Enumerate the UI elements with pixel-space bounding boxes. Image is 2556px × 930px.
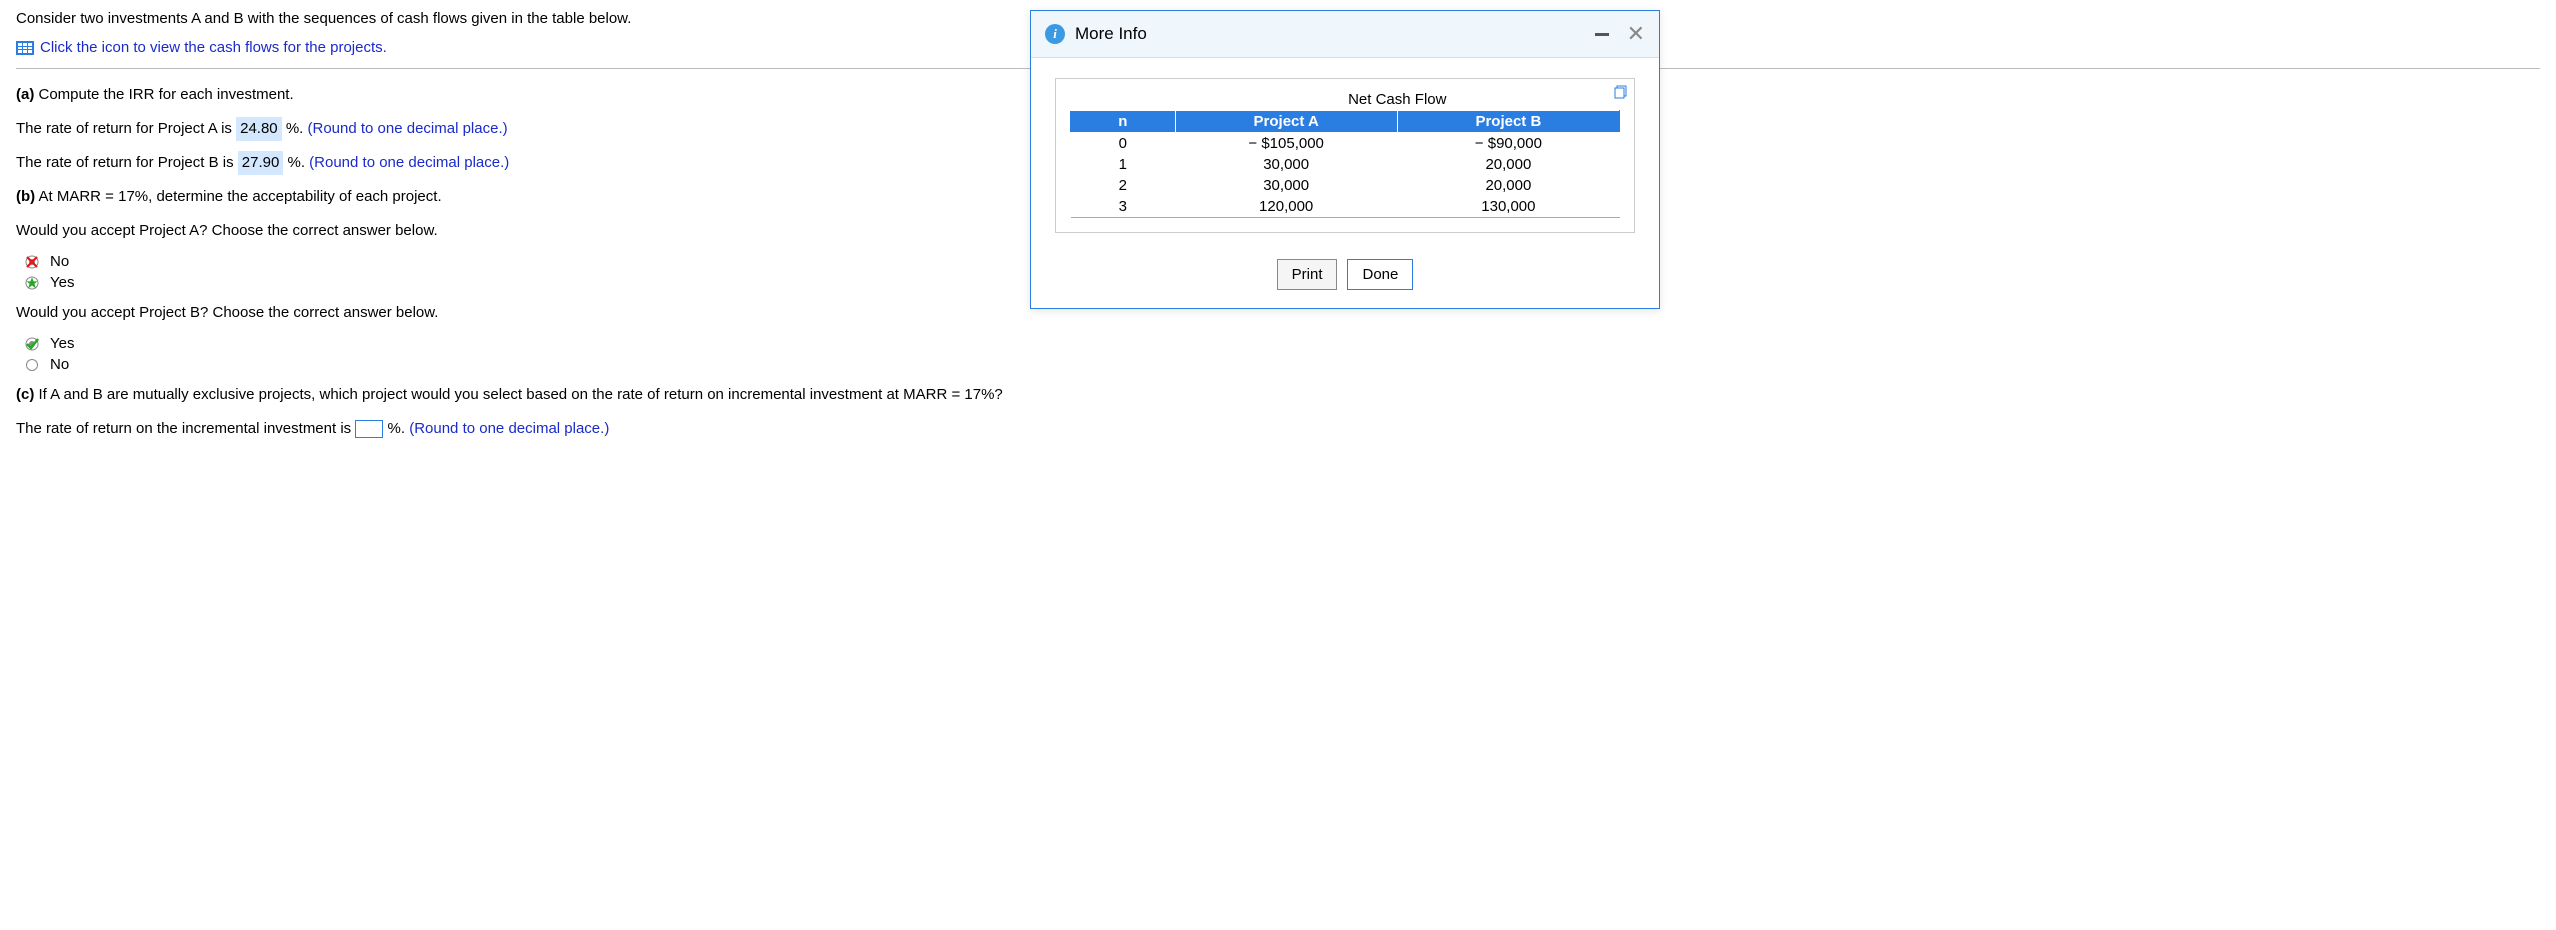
- table-icon: [16, 41, 34, 55]
- incremental-input[interactable]: [355, 420, 383, 438]
- proj-b-answer[interactable]: 27.90: [238, 151, 284, 175]
- proj-a-answer[interactable]: 24.80: [236, 117, 282, 141]
- more-info-modal: i More Info ✕ Net Cash Flow n Project A …: [1030, 10, 1660, 309]
- col-header-a: Project A: [1175, 111, 1397, 133]
- table-row: 230,00020,000: [1071, 175, 1620, 196]
- close-icon[interactable]: ✕: [1627, 23, 1645, 45]
- modal-footer: Print Done: [1031, 245, 1659, 308]
- accept-b-yes[interactable]: Yes: [16, 335, 2540, 352]
- table-row: 0− $105,000− $90,000: [1071, 133, 1620, 155]
- cashflow-card: Net Cash Flow n Project A Project B 0− $…: [1055, 78, 1635, 233]
- cashflow-table: Net Cash Flow n Project A Project B 0− $…: [1070, 89, 1620, 218]
- correct-indicator-icon: [24, 275, 40, 291]
- print-button[interactable]: Print: [1277, 259, 1338, 290]
- info-icon: i: [1045, 24, 1065, 44]
- col-header-n: n: [1071, 111, 1176, 133]
- part-c-prompt: (c) If A and B are mutually exclusive pr…: [16, 383, 2540, 407]
- radio-empty-icon: [24, 357, 40, 373]
- table-row: 130,00020,000: [1071, 154, 1620, 175]
- table-row: 3120,000130,000: [1071, 196, 1620, 218]
- wrong-selected-icon: [24, 254, 40, 270]
- link-text: Click the icon to view the cash flows fo…: [40, 39, 387, 56]
- correct-selected-icon: [24, 336, 40, 352]
- col-header-b: Project B: [1397, 111, 1619, 133]
- copy-icon[interactable]: [1614, 85, 1628, 99]
- accept-b-options: Yes No: [16, 335, 2540, 373]
- done-button[interactable]: Done: [1347, 259, 1413, 290]
- accept-b-no[interactable]: No: [16, 356, 2540, 373]
- modal-title: More Info: [1075, 24, 1595, 44]
- table-title: Net Cash Flow: [1175, 89, 1619, 111]
- modal-header: i More Info ✕: [1031, 11, 1659, 58]
- modal-body: Net Cash Flow n Project A Project B 0− $…: [1031, 58, 1659, 245]
- incremental-answer-line: The rate of return on the incremental in…: [16, 417, 2540, 441]
- minimize-icon[interactable]: [1595, 33, 1609, 36]
